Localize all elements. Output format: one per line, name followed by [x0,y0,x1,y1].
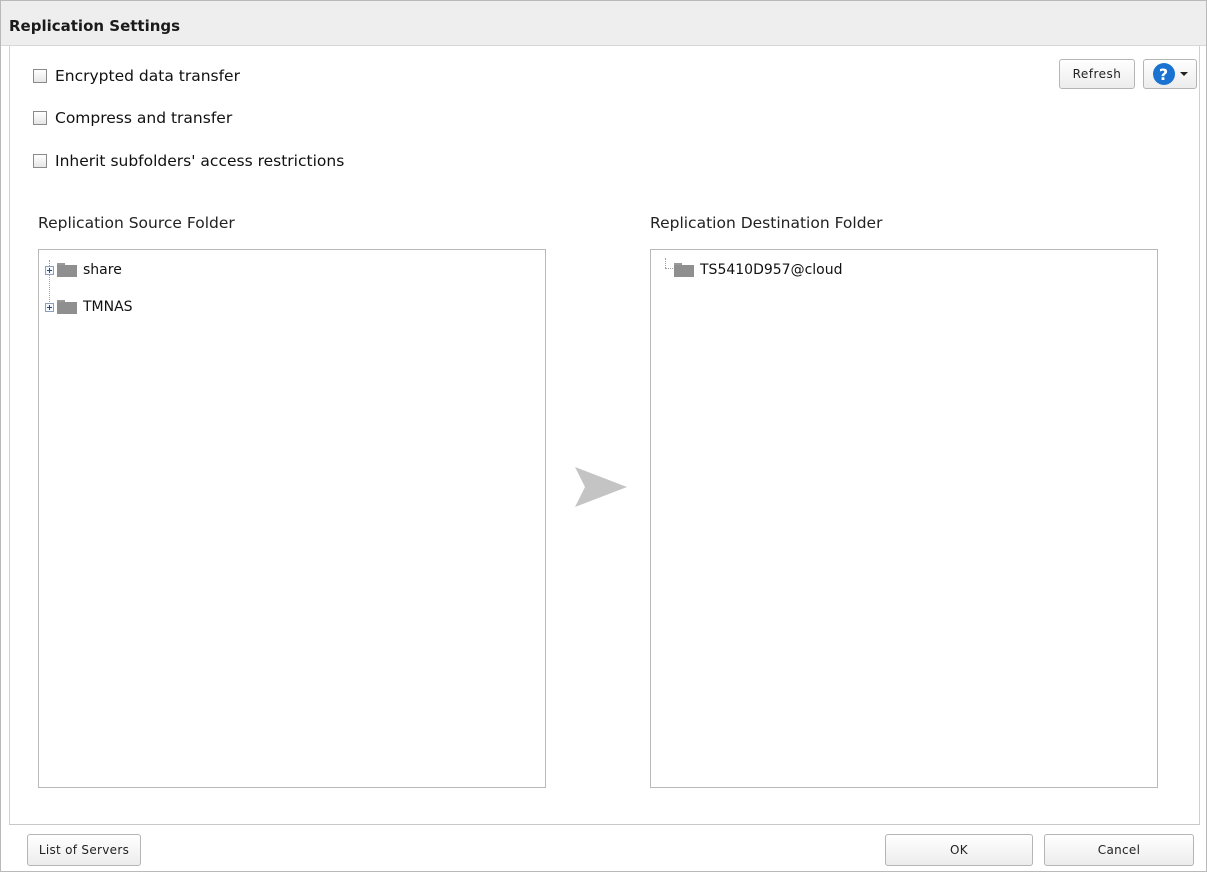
inherit-restrictions-checkbox[interactable] [33,154,47,168]
cancel-button[interactable]: Cancel [1044,834,1194,866]
tree-connector [665,268,673,269]
tree-node-label[interactable]: TMNAS [83,299,133,315]
arrow-right-icon [575,467,627,507]
folder-icon [674,263,694,277]
source-folder-label: Replication Source Folder [38,214,235,232]
list-of-servers-button[interactable]: List of Servers [27,834,141,866]
expand-icon[interactable] [45,302,54,312]
ok-button[interactable]: OK [885,834,1033,866]
tree-node-cloud[interactable]: TS5410D957@cloud [674,260,842,280]
encrypted-transfer-label: Encrypted data transfer [55,67,240,85]
tree-node-label[interactable]: TS5410D957@cloud [700,262,842,278]
compress-transfer-label: Compress and transfer [55,109,233,127]
folder-icon [57,300,77,314]
caret-down-icon [1179,72,1188,76]
help-dropdown-button[interactable]: ? [1143,59,1197,89]
encrypted-transfer-option[interactable]: Encrypted data transfer [33,64,240,88]
dialog-content: Encrypted data transfer Compress and tra… [9,46,1200,825]
compress-transfer-option[interactable]: Compress and transfer [33,106,232,130]
tree-node-label[interactable]: share [83,262,122,278]
destination-folder-tree[interactable]: TS5410D957@cloud [650,249,1158,788]
folder-icon [57,263,77,277]
question-icon: ? [1152,63,1175,85]
inherit-restrictions-option[interactable]: Inherit subfolders' access restrictions [33,149,344,173]
refresh-button[interactable]: Refresh [1059,59,1135,89]
dialog-titlebar: Replication Settings [1,1,1206,46]
compress-transfer-checkbox[interactable] [33,111,47,125]
inherit-restrictions-label: Inherit subfolders' access restrictions [55,152,345,170]
replication-settings-dialog: Replication Settings Encrypted data tran… [0,0,1207,872]
expand-icon[interactable] [45,265,54,275]
tree-connector [665,258,666,268]
encrypted-transfer-checkbox[interactable] [33,69,47,83]
source-folder-tree[interactable]: share TMNAS [38,249,546,788]
tree-node-tmnas[interactable]: TMNAS [45,297,133,317]
dialog-title: Replication Settings [9,17,181,35]
destination-folder-label: Replication Destination Folder [650,214,883,232]
tree-node-share[interactable]: share [45,260,122,280]
